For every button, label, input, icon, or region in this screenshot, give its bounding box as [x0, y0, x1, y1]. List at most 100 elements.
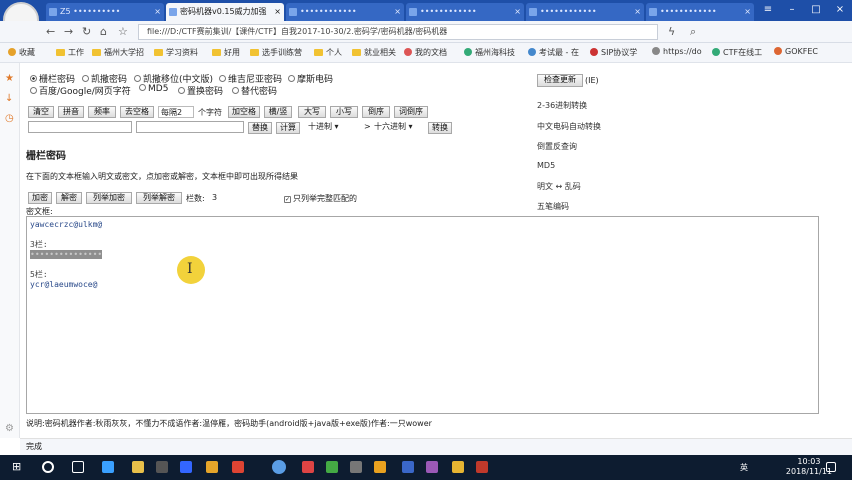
- link-md5[interactable]: MD5: [537, 161, 555, 170]
- bookmark[interactable]: 福州海科技: [464, 47, 515, 58]
- radio-md5[interactable]: MD5: [139, 84, 168, 94]
- windows-start-icon[interactable]: ⊞: [12, 461, 24, 473]
- app-icon[interactable]: [350, 461, 362, 473]
- app-icon[interactable]: [426, 461, 438, 473]
- menu-icon[interactable]: ≡: [756, 0, 780, 20]
- bookmark[interactable]: 工作: [56, 47, 84, 58]
- bookmark[interactable]: 收藏: [8, 47, 35, 58]
- bookmark[interactable]: CTF在线工: [712, 47, 762, 58]
- list-decrypt-button[interactable]: 列举解密: [136, 192, 182, 204]
- pinyin-button[interactable]: 拼音: [58, 106, 84, 118]
- star-icon[interactable]: ☆: [118, 25, 128, 38]
- download-icon[interactable]: ↓: [5, 93, 15, 104]
- browser-tab[interactable]: •••••••••••• ×: [286, 3, 404, 21]
- app-icon[interactable]: [206, 461, 218, 473]
- to-base-select[interactable]: 十六进制 ▾: [374, 121, 426, 133]
- browser-app-icon[interactable]: [272, 460, 286, 474]
- refresh-icon[interactable]: ↻: [82, 25, 91, 38]
- bookmark[interactable]: 个人: [314, 47, 342, 58]
- app-icon[interactable]: [232, 461, 244, 473]
- close-icon[interactable]: ×: [744, 3, 751, 21]
- browser-tab-active[interactable]: 密码机器v0.15威力加强 ×: [166, 3, 284, 21]
- from-base-select[interactable]: 十进制 ▾: [308, 121, 360, 133]
- notification-icon[interactable]: [826, 462, 836, 472]
- encrypt-button[interactable]: 加密: [28, 192, 52, 204]
- history-icon[interactable]: ◷: [5, 113, 15, 124]
- rails-input[interactable]: 3: [212, 193, 217, 202]
- browser-tab[interactable]: •••••••••••• ×: [526, 3, 644, 21]
- home-icon[interactable]: ⌂: [100, 25, 107, 38]
- bookmark[interactable]: 就业相关: [352, 47, 396, 58]
- radio-morse[interactable]: 摩斯电码: [288, 72, 333, 85]
- lightning-icon[interactable]: ϟ: [668, 25, 675, 38]
- bookmark[interactable]: SIP协议学: [590, 47, 637, 58]
- radio-permutation[interactable]: 置换密码: [178, 84, 223, 97]
- replace-to-input[interactable]: [136, 121, 244, 133]
- settings-icon[interactable]: ⚙: [5, 423, 15, 434]
- replace-button[interactable]: 替换: [248, 122, 272, 134]
- remove-space-button[interactable]: 去空格: [120, 106, 154, 118]
- maximize-icon[interactable]: □: [804, 0, 828, 20]
- minimize-icon[interactable]: –: [780, 0, 804, 20]
- bookmark[interactable]: 考试最 - 在: [528, 47, 579, 58]
- search-icon[interactable]: ⌕: [690, 25, 696, 39]
- close-icon[interactable]: ×: [514, 3, 521, 21]
- link-base-convert[interactable]: 2-36进制转换: [537, 100, 587, 111]
- url-input[interactable]: file:///D:/CTF赛前集训/【课件/CTF】自我2017-10-30/…: [138, 24, 658, 40]
- link-chinese-code[interactable]: 中文电码自动转换: [537, 121, 601, 132]
- convert-button[interactable]: 转换: [428, 122, 452, 134]
- link-wubi[interactable]: 五笔编码: [537, 201, 569, 212]
- clear-button[interactable]: 清空: [28, 106, 54, 118]
- link-garble[interactable]: 明文 ↔ 乱码: [537, 181, 581, 192]
- bookmark[interactable]: GOKFEC: [774, 47, 818, 56]
- bookmark[interactable]: 福州大学招: [92, 47, 144, 58]
- browser-tab[interactable]: •••••••••••• ×: [406, 3, 524, 21]
- interval-input[interactable]: 每隔2: [158, 106, 194, 118]
- close-icon[interactable]: ×: [634, 3, 641, 21]
- word-reverse-button[interactable]: 词倒序: [394, 106, 428, 118]
- star-icon[interactable]: ★: [5, 73, 15, 84]
- close-icon[interactable]: ×: [274, 3, 281, 21]
- browser-tab[interactable]: Z5 •••••••••• ×: [46, 3, 164, 21]
- input-language[interactable]: 英: [740, 462, 748, 473]
- horiz-vert-button[interactable]: 横/竖: [264, 106, 292, 118]
- app-icon[interactable]: [180, 461, 192, 473]
- radio-substitution[interactable]: 替代密码: [232, 84, 277, 97]
- bookmark[interactable]: 学习资料: [154, 47, 198, 58]
- decrypt-button[interactable]: 解密: [56, 192, 82, 204]
- app-icon[interactable]: [476, 461, 488, 473]
- link-reverse-lookup[interactable]: 倒置反查询: [537, 141, 577, 152]
- cortana-icon[interactable]: [42, 461, 54, 473]
- app-icon[interactable]: [326, 461, 338, 473]
- bookmark[interactable]: 我的文档: [404, 47, 447, 58]
- add-space-button[interactable]: 加空格: [228, 106, 260, 118]
- bookmark[interactable]: 好用: [212, 47, 240, 58]
- list-encrypt-button[interactable]: 列举加密: [86, 192, 132, 204]
- calculate-button[interactable]: 计算: [276, 122, 300, 134]
- bookmark[interactable]: 选手训练营: [250, 47, 302, 58]
- app-icon[interactable]: [402, 461, 414, 473]
- back-icon[interactable]: ←: [46, 25, 55, 38]
- app-icon[interactable]: [302, 461, 314, 473]
- replace-from-input[interactable]: [28, 121, 132, 133]
- app-icon[interactable]: [374, 461, 386, 473]
- lowercase-button[interactable]: 小写: [330, 106, 358, 118]
- close-icon[interactable]: ×: [154, 3, 161, 21]
- app-icon[interactable]: [452, 461, 464, 473]
- edge-icon[interactable]: [102, 461, 114, 473]
- close-icon[interactable]: ×: [394, 3, 401, 21]
- browser-tab[interactable]: •••••••••••• ×: [646, 3, 754, 21]
- forward-icon[interactable]: →: [64, 25, 73, 38]
- output-textarea[interactable]: yawcecrzc@ulkm@ 3栏: ••••••••••••••• 5栏: …: [26, 216, 819, 414]
- file-explorer-icon[interactable]: [132, 461, 144, 473]
- only-complete-checkbox[interactable]: ✓ 只列举完整匹配的: [284, 193, 357, 204]
- store-icon[interactable]: [156, 461, 168, 473]
- task-view-icon[interactable]: [72, 461, 84, 473]
- check-update-button[interactable]: 检查更新: [537, 74, 583, 87]
- frequency-button[interactable]: 频率: [88, 106, 116, 118]
- uppercase-button[interactable]: 大写: [298, 106, 326, 118]
- radio-baidu-google[interactable]: 百度/Google/网页字符: [30, 84, 131, 97]
- bookmark[interactable]: https://do: [652, 47, 702, 56]
- close-window-icon[interactable]: ×: [828, 0, 852, 20]
- reverse-button[interactable]: 倒序: [362, 106, 390, 118]
